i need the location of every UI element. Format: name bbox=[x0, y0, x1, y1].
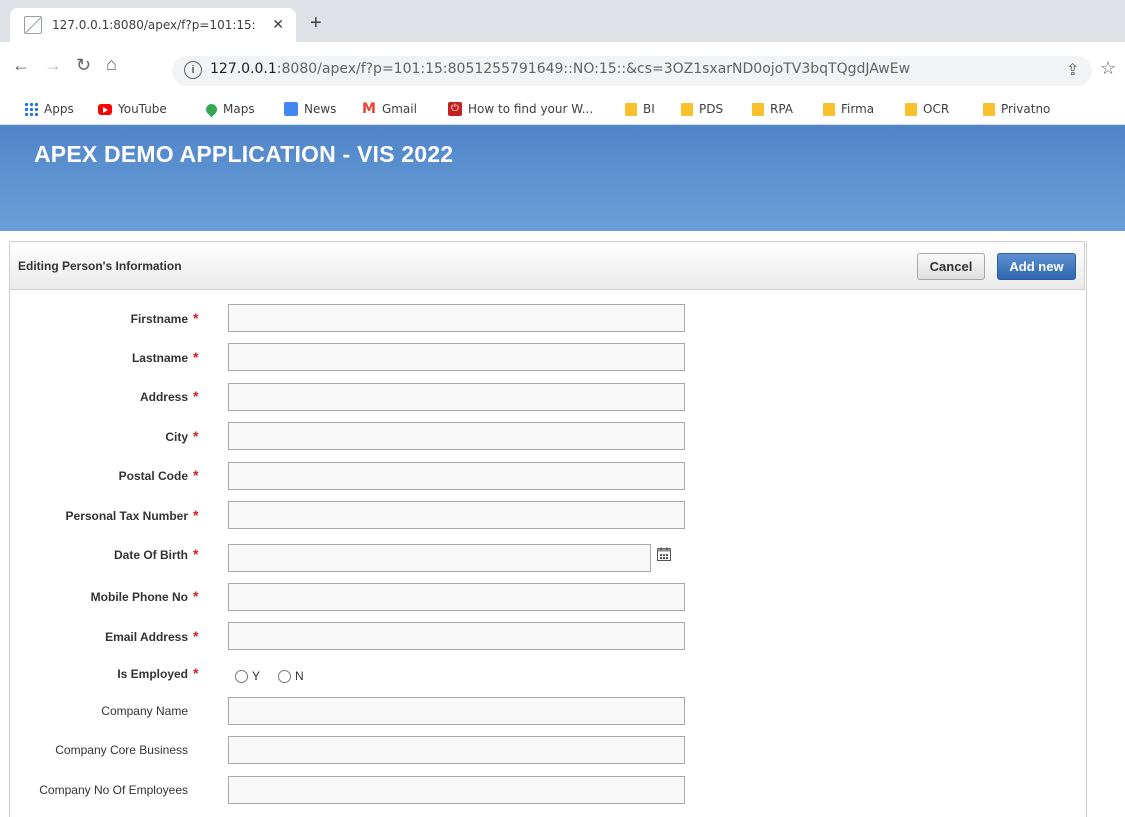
bookmark-news[interactable]: News bbox=[284, 100, 336, 118]
company-core-business-input[interactable] bbox=[228, 736, 685, 764]
email-address-input[interactable] bbox=[228, 622, 685, 650]
mobile-phone-label: Mobile Phone No bbox=[90, 590, 188, 604]
firstname-input[interactable] bbox=[228, 304, 685, 332]
required-marker: * bbox=[193, 507, 199, 523]
postal-code-label: Postal Code bbox=[118, 469, 188, 483]
personal-tax-number-label: Personal Tax Number bbox=[65, 509, 188, 523]
bookmark-star-icon[interactable]: ☆ bbox=[1100, 58, 1116, 79]
bookmark-gmail[interactable]: M Gmail bbox=[362, 100, 417, 118]
is-employed-radio-n[interactable]: N bbox=[278, 669, 304, 683]
required-marker: * bbox=[193, 388, 199, 404]
lastname-label: Lastname bbox=[131, 351, 188, 365]
bookmark-maps[interactable]: Maps bbox=[203, 100, 255, 118]
calendar-icon[interactable] bbox=[656, 546, 672, 562]
folder-icon bbox=[752, 102, 764, 116]
address-url[interactable]: 127.0.0.1:8080/apex/f?p=101:15:805125579… bbox=[210, 61, 910, 77]
is-employed-label: Is Employed bbox=[117, 667, 188, 681]
gmail-icon: M bbox=[362, 101, 376, 117]
region-title: Editing Person's Information bbox=[18, 259, 182, 273]
folder-icon bbox=[983, 102, 995, 116]
city-input[interactable] bbox=[228, 422, 685, 450]
company-name-label: Company Name bbox=[101, 704, 188, 718]
tab-title: 127.0.0.1:8080/apex/f?p=101:15: bbox=[52, 18, 256, 32]
radio-circle[interactable] bbox=[278, 669, 291, 683]
bookmark-ocr[interactable]: OCR bbox=[905, 100, 949, 118]
bookmark-how-to-find[interactable]: ⏻ How to find your W... bbox=[448, 100, 593, 118]
close-tab-icon[interactable]: ✕ bbox=[272, 16, 284, 33]
city-label: City bbox=[165, 430, 188, 444]
forward-icon[interactable]: → bbox=[44, 56, 62, 74]
is-employed-radio-y[interactable]: Y bbox=[235, 669, 260, 683]
required-marker: * bbox=[193, 467, 199, 483]
add-new-button[interactable]: Add new bbox=[997, 253, 1076, 280]
folder-icon bbox=[905, 102, 917, 116]
date-of-birth-input[interactable] bbox=[228, 544, 651, 572]
apex-favicon-icon bbox=[24, 16, 42, 34]
bookmark-bi[interactable]: BI bbox=[625, 100, 655, 118]
required-marker: * bbox=[193, 428, 199, 444]
browser-tab[interactable]: 127.0.0.1:8080/apex/f?p=101:15: ✕ bbox=[10, 8, 296, 42]
required-marker: * bbox=[193, 628, 199, 644]
bookmark-rpa[interactable]: RPA bbox=[752, 100, 793, 118]
share-icon[interactable]: ⇪ bbox=[1066, 60, 1079, 80]
bookmark-privatno[interactable]: Privatno bbox=[983, 100, 1050, 118]
required-marker: * bbox=[193, 546, 199, 562]
app-title: APEX DEMO APPLICATION - VIS 2022 bbox=[34, 141, 454, 167]
company-name-input[interactable] bbox=[228, 697, 685, 725]
company-core-business-label: Company Core Business bbox=[55, 743, 188, 757]
company-no-of-employees-label: Company No Of Employees bbox=[39, 783, 188, 797]
news-icon bbox=[284, 102, 298, 116]
company-no-of-employees-input[interactable] bbox=[228, 776, 685, 804]
required-marker: * bbox=[193, 665, 199, 681]
folder-icon bbox=[625, 102, 637, 116]
address-input[interactable] bbox=[228, 383, 685, 411]
lastname-input[interactable] bbox=[228, 343, 685, 371]
required-marker: * bbox=[193, 588, 199, 604]
back-icon[interactable]: ← bbox=[12, 56, 30, 74]
email-address-label: Email Address bbox=[105, 630, 188, 644]
bookmark-pds[interactable]: PDS bbox=[681, 100, 723, 118]
reload-icon[interactable]: ↻ bbox=[76, 56, 91, 74]
personal-tax-number-input[interactable] bbox=[228, 501, 685, 529]
firstname-label: Firstname bbox=[130, 312, 188, 326]
youtube-icon bbox=[98, 103, 112, 115]
bookmark-apps[interactable]: Apps bbox=[24, 100, 74, 118]
folder-icon bbox=[823, 102, 835, 116]
required-marker: * bbox=[193, 310, 199, 326]
bookmark-youtube[interactable]: YouTube bbox=[98, 100, 167, 118]
site-info-icon[interactable]: i bbox=[184, 61, 202, 79]
bookmark-firma[interactable]: Firma bbox=[823, 100, 874, 118]
maps-pin-icon bbox=[203, 101, 220, 117]
cancel-button[interactable]: Cancel bbox=[917, 253, 985, 280]
date-of-birth-label: Date Of Birth bbox=[113, 548, 188, 562]
power-icon: ⏻ bbox=[448, 102, 462, 116]
apps-grid-icon bbox=[24, 102, 38, 116]
folder-icon bbox=[681, 102, 693, 116]
address-label: Address bbox=[139, 390, 188, 404]
mobile-phone-input[interactable] bbox=[228, 583, 685, 611]
postal-code-input[interactable] bbox=[228, 462, 685, 490]
required-marker: * bbox=[193, 349, 199, 365]
home-icon[interactable]: ⌂ bbox=[106, 55, 117, 73]
new-tab-icon[interactable]: + bbox=[310, 13, 322, 33]
radio-circle[interactable] bbox=[235, 669, 248, 683]
